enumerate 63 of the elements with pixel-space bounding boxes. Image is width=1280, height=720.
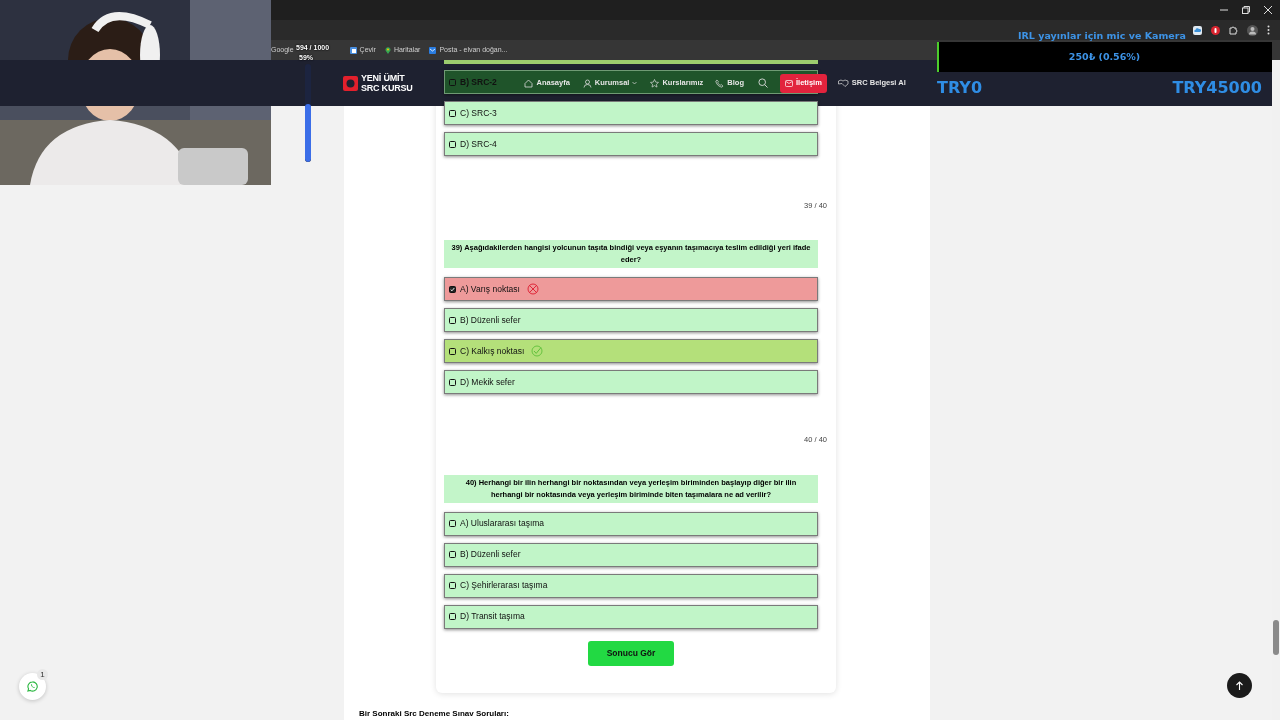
answer-option[interactable]: D) SRC-4 (444, 132, 818, 156)
checkbox[interactable] (449, 378, 456, 386)
option-label: B) Düzenli sefer (460, 313, 521, 327)
answer-option[interactable]: B) Düzenli sefer (444, 542, 818, 567)
checkbox[interactable] (449, 285, 456, 293)
cloud-extension-icon[interactable] (1193, 25, 1202, 35)
answer-option[interactable]: C) Kalkış noktası (444, 339, 818, 364)
answer-option[interactable]: A) Varış noktası (444, 277, 818, 302)
close-icon[interactable] (1264, 6, 1272, 14)
checkbox[interactable] (449, 347, 456, 355)
goal-min-label: TRY0 (937, 77, 983, 99)
checkbox[interactable] (449, 551, 456, 558)
submit-button[interactable]: Sonucu Gör (588, 640, 674, 666)
section-heading: Bir Sonraki Src Deneme Sınav Soruları: (359, 707, 510, 720)
phone-icon (715, 78, 725, 88)
answer-option[interactable]: D) Mekik sefer (444, 370, 818, 395)
option-label: B) Düzenli sefer (460, 548, 521, 561)
search-button[interactable] (757, 78, 768, 88)
option-label: A) Varış noktası (460, 282, 520, 296)
answer-option[interactable]: C) Şehirlerarası taşıma (444, 573, 818, 598)
correct-answer-icon (531, 345, 544, 358)
answer-option[interactable]: D) Transit taşıma (444, 604, 818, 629)
search-icon (757, 78, 768, 88)
option-label: C) Kalkış noktası (460, 344, 525, 358)
restore-icon[interactable] (1242, 6, 1250, 14)
scroll-to-top-button[interactable] (1227, 673, 1252, 698)
answer-option[interactable]: A) Uluslararası taşıma (444, 511, 818, 536)
stream-ticker: IRL yayınlar için mic ve Kamera (1018, 29, 1186, 43)
option-label: C) Şehirlerarası taşıma (460, 579, 548, 592)
home-icon (524, 78, 534, 88)
mail-icon (429, 46, 437, 54)
checkbox[interactable] (449, 78, 456, 86)
envelope-icon (784, 79, 793, 87)
site-logo[interactable]: YENİ ÜMİT SRC KURSU (361, 73, 413, 93)
user-icon (582, 78, 592, 88)
checkbox[interactable] (449, 140, 456, 148)
map-pin-icon (384, 46, 391, 54)
wrong-answer-icon (526, 283, 539, 296)
answer-option[interactable]: B) Düzenli sefer (444, 308, 818, 333)
profile-avatar-icon[interactable] (1247, 24, 1258, 36)
goal-max-label: TRY45000 (1172, 77, 1262, 99)
minimize-icon[interactable] (1220, 6, 1228, 14)
whatsapp-icon (27, 681, 38, 692)
checkbox[interactable] (449, 582, 456, 589)
option-label: B) SRC-2 (460, 75, 497, 89)
caret-down-icon (632, 81, 638, 85)
checkbox[interactable] (449, 613, 456, 620)
menu-icon[interactable] (1267, 25, 1270, 35)
extension-icon[interactable] (1211, 25, 1220, 35)
notification-badge: 1 (37, 669, 48, 680)
translate-icon (349, 46, 357, 54)
option-label: D) Transit taşıma (460, 610, 525, 623)
donation-amount: 250₺ (0.56%) (1068, 49, 1141, 64)
star-icon (650, 78, 660, 88)
checkbox[interactable] (449, 316, 456, 324)
option-label: D) SRC-4 (460, 137, 497, 151)
answer-option[interactable]: C) SRC-3 (444, 101, 818, 125)
option-label: D) Mekik sefer (460, 375, 515, 389)
option-label: C) SRC-3 (460, 106, 497, 120)
option-label: A) Uluslararası taşıma (460, 517, 545, 530)
checkbox[interactable] (449, 520, 456, 527)
checkbox[interactable] (449, 109, 456, 117)
arrow-up-icon (1236, 681, 1243, 690)
